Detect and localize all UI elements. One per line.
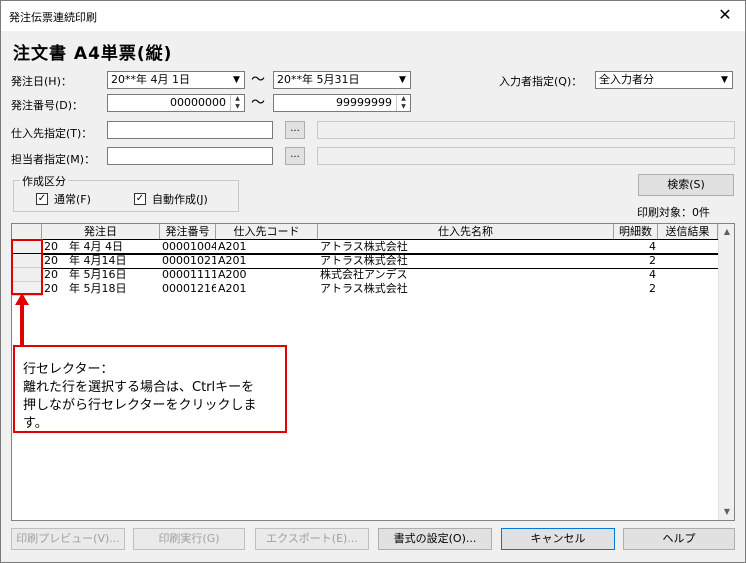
result-cell	[658, 282, 718, 296]
order-no-cell: 00001004	[162, 240, 216, 253]
order-date-cell: 20 年 5月16日	[44, 268, 127, 281]
callout-line: 離れた行を選択する場合は、Ctrlキーを	[23, 380, 255, 395]
creation-type-title: 作成区分	[20, 173, 68, 189]
input-user-select[interactable]: 全入力者分 ▼	[595, 71, 733, 89]
order-no-from-value: 00000000	[170, 96, 226, 109]
column-header[interactable]: 明細数	[614, 224, 658, 239]
down-icon[interactable]: ▼	[397, 103, 410, 111]
help-button[interactable]: ヘルプ	[623, 528, 735, 550]
order-no-label: 発注番号(D)：	[11, 99, 84, 112]
input-user-label: 入力者指定(Q)：	[499, 75, 583, 88]
order-date-to-value: 20**年 5月31日	[277, 73, 360, 86]
vertical-scrollbar[interactable]: ▲ ▼	[718, 224, 734, 520]
details-cell: 4	[649, 240, 656, 253]
result-cell	[658, 268, 718, 282]
order-no-from-spinner[interactable]: 00000000 ▲ ▼	[107, 94, 245, 112]
header-corner	[12, 224, 42, 239]
print-execute-button[interactable]: 印刷実行(G)	[133, 528, 245, 550]
column-header[interactable]: 仕入先コード	[216, 224, 318, 239]
table-row[interactable]: 20 年 5月18日 00001216 A201 アトラス株式会社 2	[12, 282, 718, 296]
column-header[interactable]: 仕入先名称	[318, 224, 614, 239]
column-header[interactable]: 送信結果	[658, 224, 718, 239]
chevron-down-icon[interactable]: ▼	[395, 72, 410, 88]
window-title: 発注伝票連続印刷	[9, 11, 97, 24]
result-cell	[658, 254, 718, 268]
spin-buttons[interactable]: ▲ ▼	[230, 95, 244, 111]
search-button[interactable]: 検索(S)	[638, 174, 734, 196]
up-icon[interactable]: ▲	[231, 95, 244, 103]
staff-input[interactable]	[107, 147, 273, 165]
chevron-down-icon[interactable]: ▼	[229, 72, 244, 88]
order-date-cell: 20 年 4月14日	[44, 254, 127, 267]
supplier-code-cell: A201	[218, 282, 247, 295]
check-icon[interactable]: ✓	[134, 193, 146, 205]
supplier-name-cell: アトラス株式会社	[320, 240, 408, 253]
range-tilde: ～	[251, 72, 265, 88]
staff-name-display	[317, 147, 735, 165]
page-title: 注文書 A4単票(縦)	[13, 44, 173, 64]
order-date-from-select[interactable]: 20**年 4月 1日 ▼	[107, 71, 245, 89]
callout-arrow-line	[20, 303, 24, 345]
details-cell: 2	[649, 254, 656, 267]
staff-label: 担当者指定(M)：	[11, 153, 96, 166]
order-no-cell: 00001021	[162, 254, 216, 267]
order-date-label: 発注日(H)：	[11, 75, 72, 88]
table-row[interactable]: 20 年 4月 4日 00001004 A201 アトラス株式会社 4	[11, 239, 719, 255]
callout-line: 行セレクター：	[23, 362, 114, 377]
order-date-from-value: 20**年 4月 1日	[111, 73, 190, 86]
supplier-code-cell: A200	[218, 268, 247, 281]
order-no-to-spinner[interactable]: 99999999 ▲ ▼	[273, 94, 411, 112]
supplier-browse-button[interactable]: ...	[285, 121, 305, 139]
callout-line: 押しながら行セレクターをクリックします。	[23, 398, 257, 431]
details-cell: 4	[649, 268, 656, 281]
close-icon[interactable]: ✕	[715, 5, 735, 25]
export-button[interactable]: エクスポート(E)...	[255, 528, 369, 550]
details-cell: 2	[649, 282, 656, 295]
column-header[interactable]: 発注日	[42, 224, 160, 239]
auto-checkbox-label: 自動作成(J)	[152, 193, 208, 206]
range-tilde: ～	[251, 95, 265, 111]
down-icon[interactable]: ▼	[231, 103, 244, 111]
input-user-value: 全入力者分	[599, 73, 654, 86]
supplier-name-cell: アトラス株式会社	[320, 254, 408, 267]
chevron-down-icon[interactable]: ▼	[717, 72, 732, 88]
row-selector-highlight	[11, 239, 43, 295]
print-target-count: 印刷対象：0件	[637, 206, 710, 219]
order-date-cell: 20 年 5月18日	[44, 282, 127, 295]
scroll-up-icon[interactable]: ▲	[719, 224, 735, 240]
grid-header: 発注日 発注番号 仕入先コード 仕入先名称 明細数 送信結果	[12, 224, 718, 240]
supplier-code-cell: A201	[218, 240, 247, 253]
cancel-button[interactable]: キャンセル	[501, 528, 615, 550]
check-icon[interactable]: ✓	[36, 193, 48, 205]
auto-checkbox[interactable]: ✓ 自動作成(J)	[134, 191, 208, 207]
supplier-name-display	[317, 121, 735, 139]
supplier-input[interactable]	[107, 121, 273, 139]
supplier-label: 仕入先指定(T)：	[11, 127, 93, 140]
staff-browse-button[interactable]: ...	[285, 147, 305, 165]
order-date-to-select[interactable]: 20**年 5月31日 ▼	[273, 71, 411, 89]
supplier-name-cell: アトラス株式会社	[320, 282, 408, 295]
column-header[interactable]: 発注番号	[160, 224, 216, 239]
normal-checkbox[interactable]: ✓ 通常(F)	[36, 191, 91, 207]
order-no-to-value: 99999999	[336, 96, 392, 109]
callout-note: 行セレクター： 離れた行を選択する場合は、Ctrlキーを 押しながら行セレクター…	[13, 345, 287, 433]
normal-checkbox-label: 通常(F)	[54, 193, 91, 206]
supplier-code-cell: A201	[218, 254, 247, 267]
result-cell	[658, 240, 718, 254]
up-icon[interactable]: ▲	[397, 95, 410, 103]
order-no-cell: 00001216	[162, 282, 216, 295]
print-preview-button[interactable]: 印刷プレビュー(V)...	[11, 528, 125, 550]
order-date-cell: 20 年 4月 4日	[44, 240, 123, 253]
dialog-window: 発注伝票連続印刷 ✕ 注文書 A4単票(縦) 発注日(H)： 20**年 4月 …	[0, 0, 746, 563]
title-bar: 発注伝票連続印刷 ✕	[1, 1, 745, 31]
scroll-down-icon[interactable]: ▼	[719, 504, 735, 520]
order-no-cell: 00001111	[162, 268, 216, 281]
table-row[interactable]: 20 年 5月16日 00001111 A200 株式会社アンデス 4	[12, 268, 718, 282]
creation-type-group: 作成区分 ✓ 通常(F) ✓ 自動作成(J)	[13, 173, 239, 212]
spin-buttons[interactable]: ▲ ▼	[396, 95, 410, 111]
supplier-name-cell: 株式会社アンデス	[320, 268, 408, 281]
table-row[interactable]: 20 年 4月14日 00001021 A201 アトラス株式会社 2	[11, 253, 719, 269]
format-settings-button[interactable]: 書式の設定(O)...	[378, 528, 492, 550]
